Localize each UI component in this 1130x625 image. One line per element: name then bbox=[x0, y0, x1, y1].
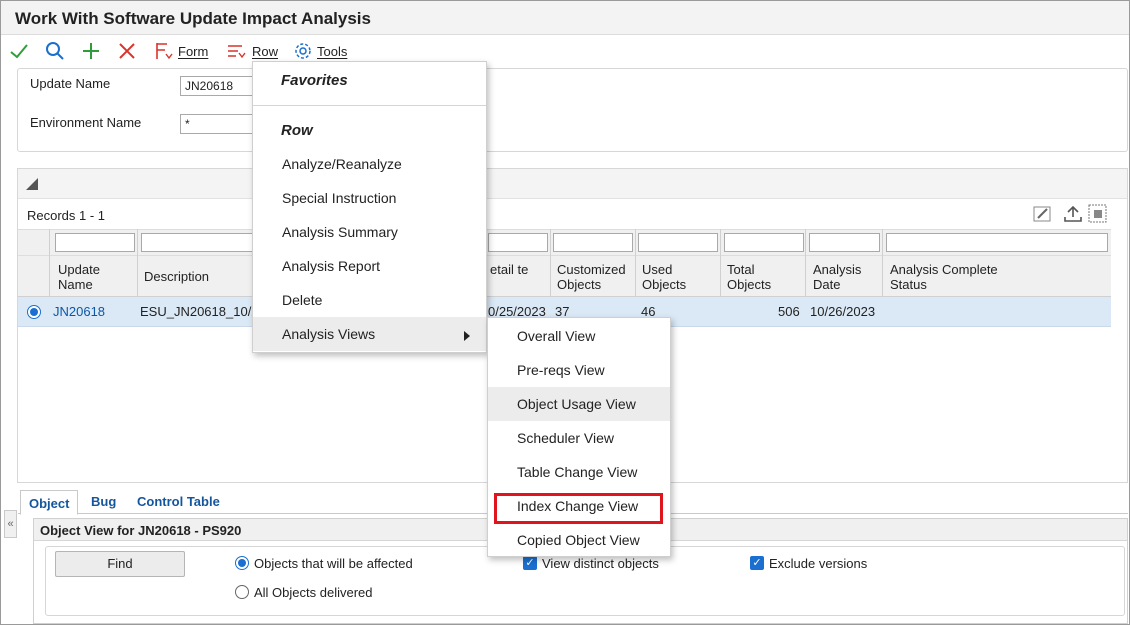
close-icon bbox=[119, 43, 135, 59]
environment-name-input[interactable] bbox=[180, 114, 260, 134]
environment-name-label: Environment Name bbox=[30, 115, 142, 130]
checkmark-icon bbox=[10, 44, 28, 59]
expand-panel-handle[interactable]: « bbox=[4, 510, 17, 538]
all-objects-radio[interactable] bbox=[235, 585, 249, 599]
add-button[interactable] bbox=[81, 39, 101, 63]
row-menu-label: Row bbox=[252, 43, 279, 59]
row-total-objects: 506 bbox=[778, 304, 800, 319]
col-divider bbox=[882, 229, 883, 297]
export-icon[interactable] bbox=[1063, 205, 1083, 223]
menu-divider bbox=[253, 105, 486, 106]
filter-analysis-status[interactable] bbox=[886, 233, 1108, 252]
analysis-views-submenu: Overall View Pre-reqs View Object Usage … bbox=[487, 317, 671, 557]
filter-detail-date[interactable] bbox=[488, 233, 548, 252]
filter-description[interactable] bbox=[141, 233, 256, 252]
col-total-objects[interactable]: Total Objects bbox=[727, 262, 787, 292]
submenu-item-prereqs-view[interactable]: Pre-reqs View bbox=[488, 353, 670, 387]
update-name-label: Update Name bbox=[30, 76, 111, 91]
find-objects-button[interactable]: Find bbox=[55, 551, 185, 577]
form-menu-button[interactable]: Form bbox=[154, 39, 208, 63]
menu-item-analysis-views-label: Analysis Views bbox=[282, 326, 376, 342]
col-divider bbox=[550, 229, 551, 297]
tools-menu-label: Tools bbox=[317, 43, 348, 59]
filter-update-name[interactable] bbox=[55, 233, 135, 252]
exclude-versions-checkbox[interactable]: ✓ bbox=[750, 556, 764, 570]
search-icon bbox=[46, 42, 64, 60]
form-menu-label: Form bbox=[178, 43, 209, 59]
submenu-item-scheduler-view[interactable]: Scheduler View bbox=[488, 421, 670, 455]
plus-icon bbox=[83, 43, 99, 59]
objects-affected-label: Objects that will be affected bbox=[254, 556, 413, 571]
filter-used-objects[interactable] bbox=[638, 233, 718, 252]
filter-analysis-date[interactable] bbox=[809, 233, 880, 252]
ok-button[interactable] bbox=[9, 39, 29, 63]
menu-favorites-header: Favorites bbox=[281, 72, 348, 89]
highlight-box bbox=[494, 493, 663, 524]
tab-bug[interactable]: Bug bbox=[91, 494, 116, 509]
filter-customized-objects[interactable] bbox=[553, 233, 633, 252]
col-divider bbox=[49, 229, 50, 297]
col-divider bbox=[137, 229, 138, 297]
tab-object[interactable]: Object bbox=[20, 490, 79, 515]
all-objects-label: All Objects delivered bbox=[254, 585, 373, 600]
row-select-radio[interactable] bbox=[27, 305, 41, 319]
collapse-triangle-icon[interactable] bbox=[25, 177, 39, 191]
col-detail-date[interactable]: etail te bbox=[490, 262, 530, 277]
title-bar: Work With Software Update Impact Analysi… bbox=[1, 1, 1129, 35]
cancel-button[interactable] bbox=[117, 39, 137, 63]
submenu-item-object-usage-view[interactable]: Object Usage View bbox=[488, 387, 670, 421]
menu-item-analysis-views[interactable]: Analysis Views bbox=[253, 317, 486, 351]
records-count: Records 1 - 1 bbox=[27, 208, 106, 223]
maximize-grid-icon[interactable] bbox=[1088, 204, 1108, 224]
menu-item-analyze[interactable]: Analyze/Reanalyze bbox=[253, 147, 486, 181]
form-icon bbox=[156, 43, 173, 60]
col-analysis-status[interactable]: Analysis Complete Status bbox=[890, 262, 1010, 292]
col-analysis-date[interactable]: Analysis Date bbox=[813, 262, 873, 292]
filter-total-objects[interactable] bbox=[724, 233, 804, 252]
row-menu-button[interactable]: Row bbox=[226, 39, 278, 63]
menu-item-analysis-summary[interactable]: Analysis Summary bbox=[253, 215, 486, 249]
gear-icon bbox=[295, 43, 311, 59]
col-description[interactable]: Description bbox=[144, 269, 209, 284]
view-distinct-checkbox[interactable]: ✓ bbox=[523, 556, 537, 570]
update-name-input[interactable] bbox=[180, 76, 260, 96]
submenu-item-overall-view[interactable]: Overall View bbox=[488, 319, 670, 353]
col-divider bbox=[720, 229, 721, 297]
menu-item-analysis-report[interactable]: Analysis Report bbox=[253, 249, 486, 283]
row-dropdown-menu: Favorites Row Analyze/Reanalyze Special … bbox=[252, 61, 487, 353]
edit-icon[interactable] bbox=[1033, 205, 1053, 223]
menu-row-header: Row bbox=[281, 122, 313, 139]
toolbar: Form Row Tools bbox=[1, 36, 1129, 66]
grid-header-row: Update Name Description etail te Customi… bbox=[18, 255, 1111, 297]
page-title: Work With Software Update Impact Analysi… bbox=[15, 9, 371, 28]
row-update-name[interactable]: JN20618 bbox=[53, 304, 105, 319]
find-button[interactable] bbox=[45, 39, 65, 63]
filter-row bbox=[18, 229, 1111, 255]
view-distinct-label: View distinct objects bbox=[542, 556, 659, 571]
row-description: ESU_JN20618_10/2 bbox=[140, 304, 259, 319]
col-customized-objects[interactable]: Customized Objects bbox=[557, 262, 637, 292]
row-icon bbox=[228, 45, 246, 59]
submenu-item-table-change-view[interactable]: Table Change View bbox=[488, 455, 670, 489]
double-chevron-left-icon: « bbox=[7, 518, 14, 530]
search-form-panel: Update Name Environment Name bbox=[17, 68, 1128, 152]
submenu-arrow-icon bbox=[464, 331, 470, 341]
col-update-name[interactable]: Update Name bbox=[58, 262, 128, 292]
exclude-versions-label: Exclude versions bbox=[769, 556, 868, 571]
menu-item-special-instruction[interactable]: Special Instruction bbox=[253, 181, 486, 215]
col-divider bbox=[805, 229, 806, 297]
tab-control-table[interactable]: Control Table bbox=[137, 494, 220, 509]
col-divider bbox=[635, 229, 636, 297]
tools-menu-button[interactable]: Tools bbox=[293, 39, 347, 63]
grid-toolbar bbox=[18, 169, 1127, 199]
row-analysis-date: 10/26/2023 bbox=[810, 304, 876, 319]
objects-affected-radio[interactable] bbox=[235, 556, 249, 570]
submenu-item-copied-object-view[interactable]: Copied Object View bbox=[488, 523, 670, 557]
menu-item-delete[interactable]: Delete bbox=[253, 283, 486, 317]
object-view-title: Object View for JN20618 - PS920 bbox=[40, 523, 242, 538]
col-used-objects[interactable]: Used Objects bbox=[642, 262, 702, 292]
